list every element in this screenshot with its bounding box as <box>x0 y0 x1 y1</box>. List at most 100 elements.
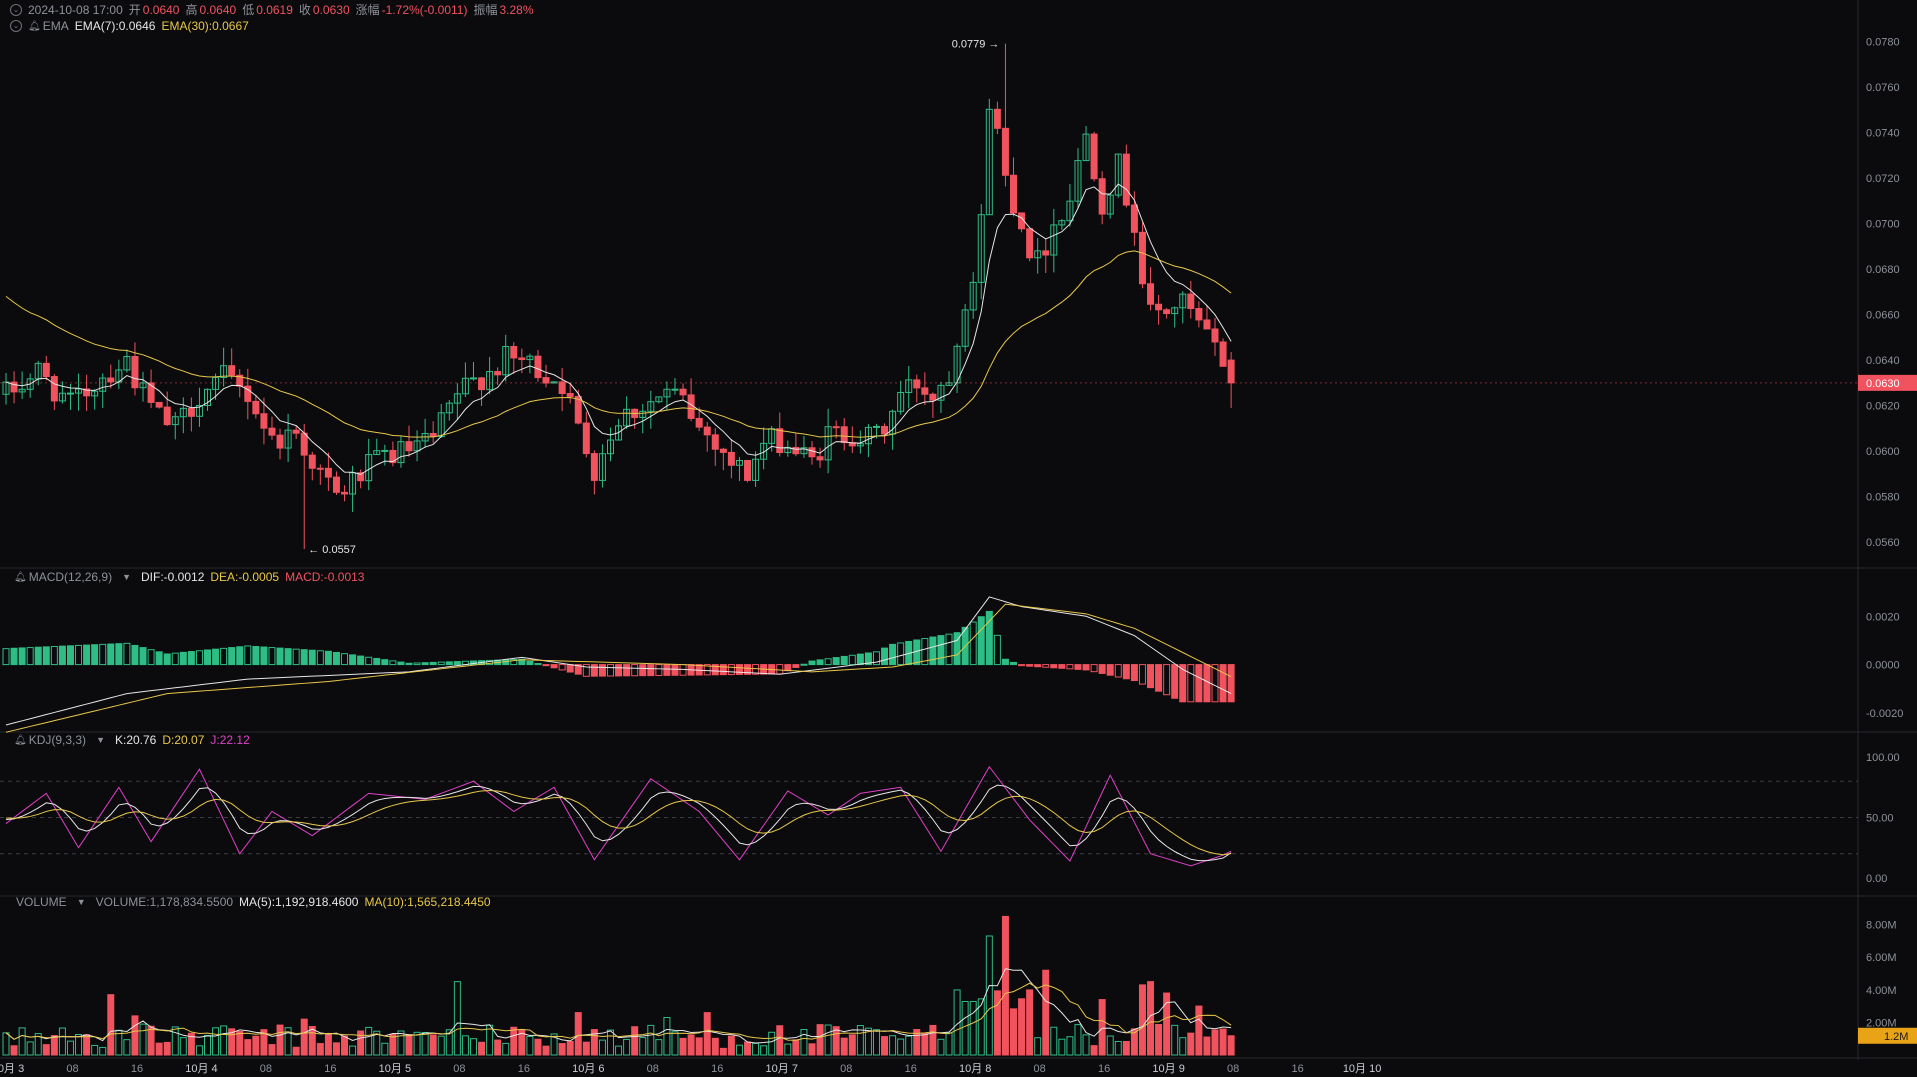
dropdown-caret-icon[interactable]: ▼ <box>77 897 86 907</box>
macd-histogram-bar <box>171 652 179 666</box>
volume-bar <box>1187 1032 1195 1056</box>
volume-bar <box>719 1047 727 1056</box>
price-tick-label: 0.0620 <box>1866 401 1900 413</box>
chart-canvas[interactable]: 0.0780 0.0760 0.0740 0.0720 0.0700 0.0680 0.06… <box>0 0 1917 1077</box>
candle-body <box>719 448 727 453</box>
macd-histogram-bar <box>792 664 800 668</box>
macd-histogram-bar <box>220 647 228 666</box>
macd-histogram-bar <box>308 649 316 666</box>
macd-histogram-bar <box>445 661 453 666</box>
volume-bar <box>937 1038 945 1056</box>
price-tick-label: 0.0580 <box>1866 492 1900 504</box>
collapse-icon[interactable]: ⌄ <box>10 3 22 16</box>
candle-body <box>1211 328 1219 343</box>
candle-body <box>42 362 50 378</box>
macd-histogram-bar <box>615 664 623 677</box>
macd-histogram-bar <box>332 651 340 666</box>
volume-bar <box>558 1043 566 1056</box>
macd-histogram-bar <box>816 659 824 666</box>
macd-dea: DEA:-0.0005 <box>210 570 280 584</box>
volume-bar <box>131 1015 139 1056</box>
volume-bar <box>10 1045 18 1056</box>
macd-histogram-bar <box>115 643 123 666</box>
volume-bar <box>993 990 1001 1056</box>
volume-bar <box>42 1044 50 1056</box>
macd-dif: DIF:-0.0012 <box>141 570 205 584</box>
macd-histogram-bar <box>937 635 945 666</box>
high-label: 高 <box>185 3 198 17</box>
volume-bar <box>598 1039 606 1056</box>
volume-bar <box>816 1024 824 1056</box>
volume-bar <box>1155 1024 1163 1056</box>
amplitude-label: 振幅 <box>473 3 498 17</box>
volume-bar <box>526 1035 534 1056</box>
macd-histogram-bar <box>1195 664 1203 703</box>
macd-histogram-bar <box>1090 664 1098 673</box>
macd-histogram-bar <box>727 664 735 676</box>
time-tick-label: 10月 10 <box>1343 1063 1382 1075</box>
time-tick-label: 10月 7 <box>766 1063 798 1075</box>
macd-histogram-bar <box>91 644 99 666</box>
ohlc-header: ⌄ 2024-10-08 17:00 开 0.0640 高 0.0640 低 0.06… <box>10 1 534 18</box>
amplitude-value: 3.28% <box>499 2 534 17</box>
macd-histogram-bar <box>1155 664 1163 692</box>
time-tick-label: 16 <box>1098 1063 1110 1075</box>
kdj-k-line <box>5 784 1232 862</box>
volume-bar <box>1001 915 1009 1056</box>
macd-histogram-bar <box>607 664 614 677</box>
candle-body <box>252 400 260 415</box>
volume-bar <box>663 1017 671 1056</box>
macd-histogram-bar <box>1163 664 1171 696</box>
macd-histogram-bar <box>373 657 381 666</box>
macd-histogram-bar <box>341 653 349 666</box>
volume-bar <box>840 1037 848 1056</box>
macd-histogram-bar <box>993 634 1001 666</box>
macd-histogram-bar <box>139 647 147 666</box>
price-tick-label: 0.0640 <box>1866 355 1900 367</box>
candle-body <box>228 365 236 376</box>
bell-icon[interactable]: 🔔︎ <box>28 21 41 32</box>
volume-bar <box>566 1040 574 1056</box>
kdj-tick-label: 100.00 <box>1866 752 1900 764</box>
volume-bar <box>945 1032 953 1056</box>
candle-body <box>1138 231 1146 285</box>
volume-bar <box>921 1032 929 1056</box>
macd-histogram-bar <box>784 664 792 672</box>
volume-bar <box>1114 1041 1122 1056</box>
volume-bar <box>268 1044 276 1056</box>
bell-icon[interactable]: 🔔︎ <box>14 572 27 583</box>
high-value: 0.0640 <box>199 2 237 17</box>
candle-body <box>469 377 477 380</box>
volume-bar <box>244 1039 252 1056</box>
collapse-icon[interactable]: ⌄ <box>10 20 22 32</box>
macd-histogram-bar <box>437 661 445 666</box>
ema-header: ⌄ 🔔︎ EMA EMA(7):0.0646 EMA(30):0.0667 <box>10 19 249 33</box>
macd-histogram-bar <box>969 621 977 666</box>
macd-histogram-bar <box>1130 664 1138 682</box>
candle-body <box>566 392 574 397</box>
price-tick-label: 0.0560 <box>1866 537 1900 549</box>
macd-histogram-bar <box>929 636 937 666</box>
volume-bar <box>1090 1045 1098 1056</box>
volume-bar <box>784 1043 792 1056</box>
volume-bar <box>389 1033 397 1056</box>
volume-bar <box>236 1030 244 1056</box>
volume-bar <box>147 1025 155 1056</box>
max-price-label: 0.0779 → <box>952 39 1000 51</box>
volume-bar <box>171 1026 179 1056</box>
candle-body <box>1155 303 1163 311</box>
volume-bar <box>711 1037 719 1056</box>
volume-bar <box>502 1042 510 1056</box>
dropdown-caret-icon[interactable]: ▼ <box>96 735 105 745</box>
volume-bar <box>252 1035 260 1056</box>
macd-histogram-bar <box>566 664 574 673</box>
volume-ma10: MA(10):1,565,218.4450 <box>364 895 491 909</box>
dropdown-caret-icon[interactable]: ▼ <box>122 572 131 582</box>
volume-bar <box>2 1032 10 1056</box>
time-tick-label: 10月 9 <box>1152 1063 1184 1075</box>
bell-icon[interactable]: 🔔︎ <box>14 735 27 746</box>
macd-histogram-bar <box>66 645 74 666</box>
macd-value: MACD:-0.0013 <box>285 570 365 584</box>
candle-body <box>1090 133 1098 180</box>
volume-bar <box>647 1024 655 1056</box>
